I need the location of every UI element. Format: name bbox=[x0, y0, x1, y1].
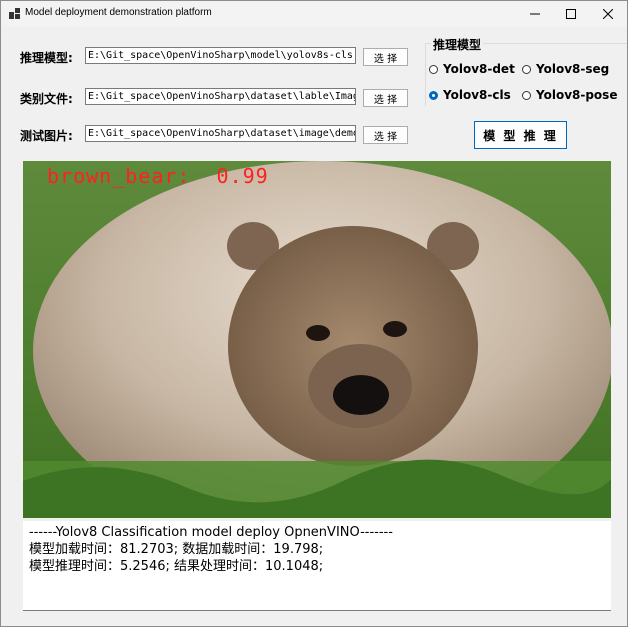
classification-result-label: brown_bear: 0.99 bbox=[47, 164, 269, 188]
radio-indicator bbox=[522, 64, 531, 74]
app-window: Model deployment demonstration platform … bbox=[0, 0, 628, 627]
radio-indicator bbox=[429, 64, 438, 74]
maximize-button[interactable] bbox=[553, 1, 589, 27]
minimize-icon bbox=[530, 13, 540, 15]
log-line: ------Yolov8 Classification model deploy… bbox=[29, 525, 393, 540]
close-icon bbox=[603, 9, 613, 19]
minimize-button[interactable] bbox=[517, 1, 553, 27]
result-image bbox=[23, 161, 611, 518]
window-title: Model deployment demonstration platform bbox=[25, 7, 212, 18]
radio-yolov8-det[interactable]: Yolov8-det bbox=[429, 62, 515, 76]
radio-label: Yolov8-seg bbox=[536, 62, 610, 76]
classes-path-input[interactable]: E:\Git_space\OpenVinoSharp\dataset\lable… bbox=[85, 88, 356, 105]
model-browse-button[interactable]: 选 择 bbox=[363, 48, 408, 66]
radio-label: Yolov8-det bbox=[443, 62, 515, 76]
title-bar[interactable]: Model deployment demonstration platform bbox=[1, 1, 627, 27]
image-path-input[interactable]: E:\Git_space\OpenVinoSharp\dataset\image… bbox=[85, 125, 356, 142]
radio-label: Yolov8-pose bbox=[536, 88, 618, 102]
radio-yolov8-cls[interactable]: Yolov8-cls bbox=[429, 88, 511, 102]
image-browse-button[interactable]: 选 择 bbox=[363, 126, 408, 144]
model-type-group-title: 推理模型 bbox=[431, 36, 484, 53]
run-inference-button[interactable]: 模 型 推 理 bbox=[474, 121, 567, 149]
app-icon bbox=[9, 8, 20, 19]
radio-indicator bbox=[522, 90, 531, 100]
maximize-icon bbox=[566, 9, 576, 19]
bear-image bbox=[23, 161, 611, 518]
radio-yolov8-seg[interactable]: Yolov8-seg bbox=[522, 62, 609, 76]
radio-indicator-selected bbox=[429, 90, 438, 100]
log-line: 模型推理时间：5.2546; 结果处理时间：10.1048; bbox=[29, 559, 324, 574]
model-path-input[interactable]: E:\Git_space\OpenVinoSharp\model\yolov8s… bbox=[85, 47, 356, 64]
close-button[interactable] bbox=[590, 1, 626, 27]
classes-label: 类别文件: bbox=[20, 92, 73, 106]
radio-yolov8-pose[interactable]: Yolov8-pose bbox=[522, 88, 617, 102]
radio-label: Yolov8-cls bbox=[443, 88, 511, 102]
image-label: 测试图片: bbox=[20, 129, 73, 143]
log-output[interactable]: ------Yolov8 Classification model deploy… bbox=[23, 521, 611, 611]
log-line: 模型加载时间：81.2703; 数据加载时间：19.798; bbox=[29, 542, 324, 557]
model-label: 推理模型: bbox=[20, 51, 73, 65]
classes-browse-button[interactable]: 选 择 bbox=[363, 89, 408, 107]
